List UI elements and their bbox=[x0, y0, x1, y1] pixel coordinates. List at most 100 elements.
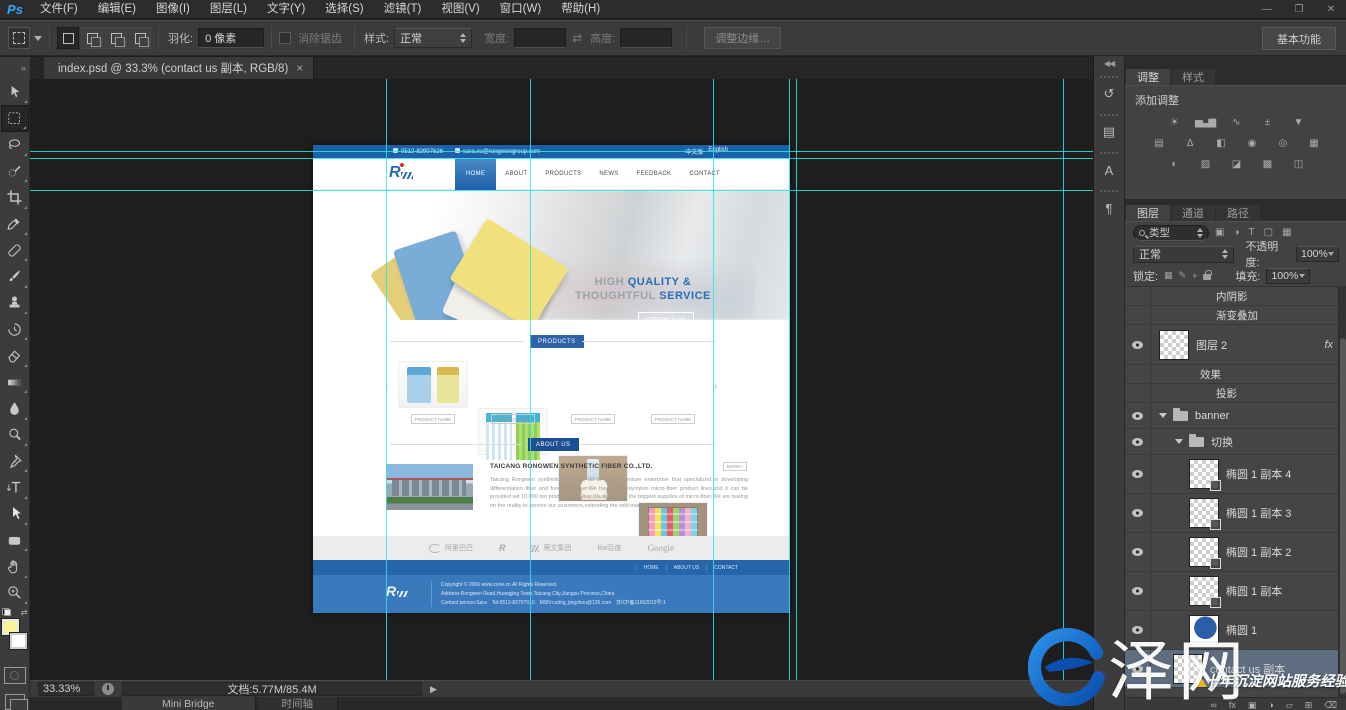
menu-item[interactable]: 窗口(W) bbox=[490, 0, 552, 19]
layer-filter-icon[interactable]: ▢ bbox=[1264, 227, 1273, 238]
guide[interactable] bbox=[30, 158, 1093, 159]
menu-item[interactable]: 选择(S) bbox=[315, 0, 373, 19]
layer-name[interactable]: contact us 副本 bbox=[1210, 661, 1285, 677]
guide[interactable] bbox=[789, 79, 790, 680]
zoom-tool-icon[interactable] bbox=[1, 580, 29, 606]
add-to-selection-button[interactable] bbox=[81, 27, 103, 49]
document-size-info[interactable]: 文档:5.77M/85.4M bbox=[122, 682, 422, 696]
dock-collapse-button[interactable]: ◀◀ bbox=[1094, 56, 1124, 70]
lock-all-icon[interactable] bbox=[1203, 274, 1211, 280]
layer-row[interactable]: 椭圆 1 fx bbox=[1125, 611, 1346, 650]
menu-item[interactable]: 滤镜(T) bbox=[374, 0, 432, 19]
panel-tab[interactable]: 调整 bbox=[1126, 69, 1170, 85]
visibility-eye-icon[interactable] bbox=[1125, 455, 1151, 493]
layer-row[interactable]: 渐变叠加 fx bbox=[1125, 306, 1346, 325]
lock-position-icon[interactable]: + bbox=[1192, 271, 1197, 281]
layer-name[interactable]: 投影 bbox=[1216, 386, 1237, 401]
menu-item[interactable]: 文字(Y) bbox=[257, 0, 315, 19]
layer-thumbnail[interactable] bbox=[1189, 615, 1219, 645]
layer-row[interactable]: 效果 fx bbox=[1125, 365, 1346, 384]
history-brush-tool-icon[interactable] bbox=[1, 316, 29, 342]
layer-name[interactable]: 椭圆 1 副本 2 bbox=[1226, 544, 1291, 560]
height-input[interactable] bbox=[620, 28, 672, 48]
type-tool-icon[interactable] bbox=[1, 474, 29, 500]
hand-tool-icon[interactable] bbox=[1, 553, 29, 579]
tab-timeline[interactable]: 时间轴 bbox=[258, 697, 339, 710]
eraser-tool-icon[interactable] bbox=[1, 342, 29, 368]
fx-badge[interactable]: fx bbox=[1324, 339, 1333, 351]
guide[interactable] bbox=[30, 190, 1093, 191]
lasso-tool-icon[interactable] bbox=[1, 132, 29, 158]
dodge-tool-icon[interactable] bbox=[1, 422, 29, 448]
layer-row[interactable]: 椭圆 1 副本 3 fx bbox=[1125, 494, 1346, 533]
visibility-eye-icon[interactable] bbox=[1125, 429, 1151, 454]
layers-footer-icon[interactable]: ⌫ bbox=[1324, 700, 1337, 710]
refine-edge-button[interactable]: 调整边缘… bbox=[704, 27, 781, 49]
document-canvas[interactable]: 0512-82907626 sara.xu@rongwengroup.com 中… bbox=[30, 79, 1093, 680]
opacity-input[interactable]: 100% bbox=[1296, 246, 1339, 262]
layer-row[interactable]: 图层 2 fx bbox=[1125, 325, 1346, 365]
visibility-eye-icon[interactable] bbox=[1125, 494, 1151, 532]
layers-footer-icon[interactable]: ◑ bbox=[1268, 700, 1273, 710]
move-tool-icon[interactable] bbox=[1, 79, 29, 105]
window-control-button[interactable]: ❐ bbox=[1290, 4, 1308, 15]
layer-filter-icon[interactable]: ▦ bbox=[1282, 227, 1291, 238]
adjustment-icon[interactable]: ▩ bbox=[1256, 156, 1278, 173]
guide[interactable] bbox=[713, 79, 714, 680]
gradient-tool-icon[interactable] bbox=[1, 369, 29, 395]
collapsed-panel-icon[interactable]: ¶ bbox=[1097, 196, 1121, 220]
layer-thumbnail[interactable] bbox=[1173, 654, 1203, 684]
adjustment-icon[interactable]: ◧ bbox=[1210, 135, 1232, 152]
document-tab[interactable]: index.psd @ 33.3% (contact us 副本, RGB/8)… bbox=[44, 57, 314, 79]
layer-name[interactable]: 渐变叠加 bbox=[1216, 308, 1258, 323]
panel-tab[interactable]: 样式 bbox=[1171, 69, 1215, 85]
layer-name[interactable]: 椭圆 1 副本 bbox=[1226, 583, 1282, 599]
swap-colors-icon[interactable]: ⇄ bbox=[21, 608, 28, 617]
width-input[interactable] bbox=[514, 28, 566, 48]
lock-transparency-icon[interactable]: ▦ bbox=[1164, 270, 1173, 281]
panel-grip[interactable] bbox=[1100, 76, 1118, 78]
visibility-eye-icon[interactable] bbox=[1125, 533, 1151, 571]
layer-thumbnail[interactable] bbox=[1189, 459, 1219, 489]
panel-tab[interactable]: 路径 bbox=[1216, 205, 1260, 221]
visibility-eye-icon[interactable] bbox=[1125, 365, 1151, 383]
antialias-checkbox[interactable] bbox=[279, 32, 291, 44]
clone-stamp-tool-icon[interactable] bbox=[1, 290, 29, 316]
guide[interactable] bbox=[530, 79, 531, 680]
adjustment-icon[interactable]: ☀ bbox=[1163, 114, 1185, 131]
layer-name[interactable]: 内阴影 bbox=[1216, 289, 1248, 304]
screen-mode-icon[interactable] bbox=[5, 694, 25, 710]
layer-name[interactable]: 椭圆 1 副本 4 bbox=[1226, 466, 1291, 482]
menu-item[interactable]: 编辑(E) bbox=[88, 0, 146, 19]
panel-grip[interactable] bbox=[1100, 152, 1118, 154]
intersect-selection-button[interactable] bbox=[129, 27, 151, 49]
subtract-from-selection-button[interactable] bbox=[105, 27, 127, 49]
blend-mode-select[interactable]: 正常 bbox=[1133, 246, 1234, 263]
spot-healing-brush-tool-icon[interactable] bbox=[1, 237, 29, 263]
background-color-swatch[interactable] bbox=[10, 633, 27, 649]
toolstrip-collapse-button[interactable]: » bbox=[0, 57, 30, 79]
menu-item[interactable]: 视图(V) bbox=[431, 0, 489, 19]
layer-filter-icon[interactable]: T bbox=[1249, 227, 1255, 238]
scrollbar-thumb[interactable] bbox=[1340, 338, 1346, 694]
layer-row[interactable]: 投影 fx bbox=[1125, 384, 1346, 403]
window-control-button[interactable]: ✕ bbox=[1322, 4, 1340, 15]
visibility-eye-icon[interactable] bbox=[1125, 572, 1151, 610]
adjustment-icon[interactable]: ◐ bbox=[1163, 156, 1185, 173]
layer-thumbnail[interactable] bbox=[1189, 498, 1219, 528]
visibility-eye-icon[interactable] bbox=[1125, 611, 1151, 649]
collapsed-panel-icon[interactable]: ▤ bbox=[1097, 120, 1121, 144]
layers-footer-icon[interactable]: ▱ bbox=[1286, 700, 1293, 710]
visibility-eye-icon[interactable] bbox=[1125, 306, 1151, 324]
layer-name[interactable]: 椭圆 1 副本 3 bbox=[1226, 505, 1291, 521]
menu-item[interactable]: 文件(F) bbox=[30, 0, 88, 19]
adjustment-icon[interactable]: ▨ bbox=[1194, 156, 1216, 173]
layer-filter-icon[interactable]: ▣ bbox=[1215, 227, 1224, 238]
adjustment-icon[interactable]: ∿ bbox=[1225, 114, 1247, 131]
visibility-eye-icon[interactable] bbox=[1125, 384, 1151, 402]
crop-tool-icon[interactable] bbox=[1, 184, 29, 210]
adjustment-icon[interactable]: ◎ bbox=[1272, 135, 1294, 152]
style-select[interactable]: 正常 bbox=[394, 28, 472, 48]
layer-thumbnail[interactable] bbox=[1189, 537, 1219, 567]
layers-footer-icon[interactable]: ∞ bbox=[1210, 700, 1216, 710]
